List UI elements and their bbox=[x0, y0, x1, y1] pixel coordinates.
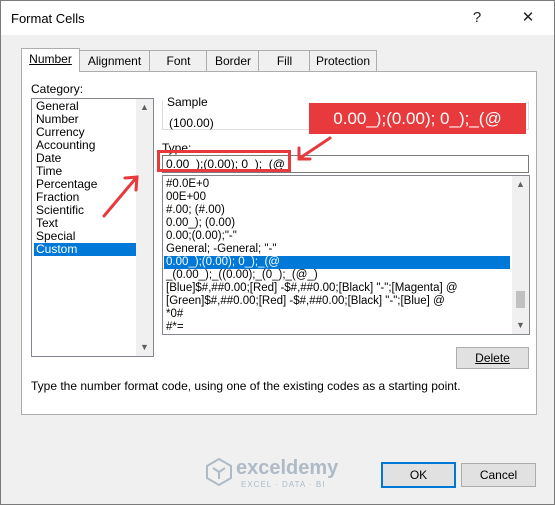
category-list[interactable]: General Number Currency Accounting Date … bbox=[31, 98, 154, 357]
scroll-down-icon[interactable]: ▼ bbox=[136, 339, 153, 356]
dialog-title: Format Cells bbox=[11, 11, 85, 26]
format-code-item[interactable]: 0.00_); (0.00) bbox=[164, 217, 510, 230]
format-cells-dialog: Format Cells ? ✕ Number Alignment Font B… bbox=[0, 0, 555, 505]
title-bar: Format Cells ? ✕ bbox=[1, 1, 554, 35]
format-list-scrollbar[interactable]: ▲ ▼ bbox=[512, 176, 529, 334]
format-code-item[interactable]: #*= bbox=[164, 321, 510, 334]
format-code-item[interactable]: #0.0E+0 bbox=[164, 178, 510, 191]
format-code-item[interactable]: [Green]$#,##0.00;[Red] -$#,##0.00;[Black… bbox=[164, 295, 510, 308]
format-code-item[interactable]: [Blue]$#,##0.00;[Red] -$#,##0.00;[Black]… bbox=[164, 282, 510, 295]
exceldemy-logo-icon bbox=[206, 457, 232, 487]
category-scrollbar[interactable]: ▲ ▼ bbox=[136, 99, 153, 356]
sample-label: Sample bbox=[167, 95, 208, 109]
scroll-down-icon[interactable]: ▼ bbox=[512, 317, 529, 334]
scroll-up-icon[interactable]: ▲ bbox=[512, 176, 529, 193]
category-label: Category: bbox=[31, 82, 84, 96]
help-text: Type the number format code, using one o… bbox=[31, 379, 461, 393]
format-code-item-selected[interactable]: 0.00_);(0.00); 0_);_(@ bbox=[164, 256, 510, 269]
tab-number[interactable]: Number bbox=[21, 48, 80, 72]
format-code-item[interactable]: 0.00;(0.00);"-" bbox=[164, 230, 510, 243]
format-code-callout: 0.00_);(0.00); 0_);_(@ bbox=[309, 103, 526, 134]
ok-button[interactable]: OK bbox=[381, 462, 456, 488]
format-code-item[interactable]: 00E+00 bbox=[164, 191, 510, 204]
sample-value: (100.00) bbox=[169, 116, 214, 130]
format-code-item[interactable]: #.00; (#.00) bbox=[164, 204, 510, 217]
tab-font[interactable]: Font bbox=[149, 50, 208, 71]
watermark-tagline: EXCEL · DATA · BI bbox=[241, 480, 326, 489]
format-code-item[interactable]: General; -General; "-" bbox=[164, 243, 510, 256]
exceldemy-watermark: exceldemy EXCEL · DATA · BI bbox=[204, 455, 364, 495]
tab-fill[interactable]: Fill bbox=[258, 50, 311, 71]
format-code-item[interactable]: *0# bbox=[164, 308, 510, 321]
tab-protection[interactable]: Protection bbox=[309, 50, 377, 71]
help-icon[interactable]: ? bbox=[461, 5, 493, 31]
scroll-up-icon[interactable]: ▲ bbox=[136, 99, 153, 116]
scrollbar-thumb[interactable] bbox=[516, 291, 525, 308]
tab-border[interactable]: Border bbox=[206, 50, 260, 71]
format-code-item[interactable]: _(0.00_);_((0.00);_(0_);_(@_) bbox=[164, 269, 510, 282]
watermark-name: exceldemy bbox=[236, 457, 339, 479]
type-input-highlight bbox=[157, 150, 291, 172]
cancel-button[interactable]: Cancel bbox=[461, 463, 536, 487]
delete-button[interactable]: Delete bbox=[456, 347, 529, 369]
category-item-selected[interactable]: Custom bbox=[34, 243, 136, 256]
tab-alignment[interactable]: Alignment bbox=[78, 50, 151, 71]
format-code-list[interactable]: #0.0E+0 00E+00 #.00; (#.00) 0.00_); (0.0… bbox=[162, 175, 530, 335]
close-icon[interactable]: ✕ bbox=[512, 5, 544, 31]
